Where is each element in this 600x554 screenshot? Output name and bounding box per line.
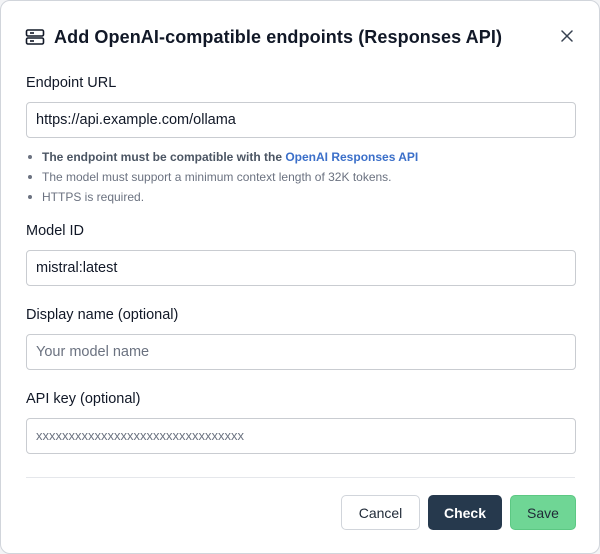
display-name-input[interactable] <box>26 334 576 370</box>
server-stack-icon <box>25 27 45 47</box>
save-button[interactable]: Save <box>510 495 576 530</box>
openai-responses-api-link[interactable]: OpenAI Responses API <box>285 150 418 164</box>
footer-divider <box>26 477 575 478</box>
api-key-label: API key (optional) <box>26 391 141 407</box>
endpoint-url-input[interactable] <box>26 102 576 138</box>
model-id-label: Model ID <box>26 223 85 239</box>
endpoint-url-label: Endpoint URL <box>26 75 117 91</box>
display-name-label: Display name (optional) <box>26 307 179 323</box>
close-button[interactable] <box>555 25 579 49</box>
hint-context-length: The model must support a minimum context… <box>28 167 418 187</box>
dialog-header: Add OpenAI-compatible endpoints (Respons… <box>25 23 579 51</box>
cancel-button[interactable]: Cancel <box>341 495 420 530</box>
dialog-title: Add OpenAI-compatible endpoints (Respons… <box>54 26 503 47</box>
hint-compat-text: The endpoint must be compatible with the <box>42 150 286 164</box>
hint-compatibility: The endpoint must be compatible with the… <box>28 147 418 167</box>
model-id-input[interactable] <box>26 250 576 286</box>
endpoint-hints: The endpoint must be compatible with the… <box>28 147 418 207</box>
api-key-input[interactable] <box>26 418 576 454</box>
close-icon <box>561 29 573 45</box>
check-button[interactable]: Check <box>428 495 502 530</box>
hint-https: HTTPS is required. <box>28 187 418 207</box>
add-endpoint-dialog: Add OpenAI-compatible endpoints (Respons… <box>0 0 600 554</box>
